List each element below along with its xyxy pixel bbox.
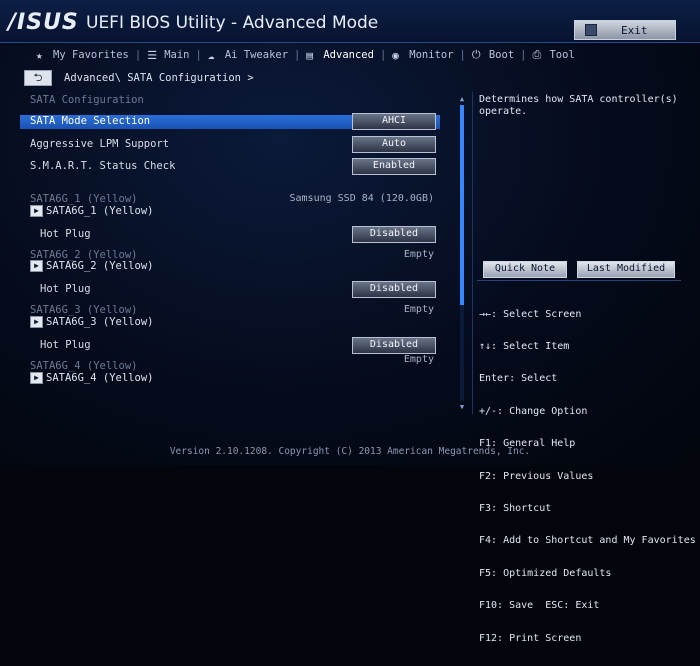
tab-label: Ai Tweaker [224, 49, 289, 61]
port-heading-label: SATA6G_4 (Yellow) [30, 360, 138, 372]
setting-label: Hot Plug [40, 228, 91, 240]
tab-ai-tweaker[interactable]: ☁ Ai Tweaker [202, 44, 294, 66]
key-help-line: Enter: Select [479, 373, 558, 385]
breadcrumb-path: Advanced\ SATA Configuration > [64, 72, 254, 84]
tab-boot[interactable]: ⏻ Boot [466, 44, 520, 66]
monitor-icon: ◉ [392, 48, 399, 62]
submenu-link[interactable]: ▶ SATA6G_3 (Yellow) [30, 316, 153, 328]
port-device: Empty [403, 249, 434, 260]
breadcrumb: ⮌ Advanced\ SATA Configuration > [24, 70, 254, 86]
tab-bar: ★ My Favorites | ☰ Main | ☁ Ai Tweaker |… [0, 44, 700, 66]
submenu-link[interactable]: ▶ SATA6G_2 (Yellow) [30, 260, 153, 272]
asus-logo: /ISUS [8, 10, 79, 35]
setting-label: S.M.A.R.T. Status Check [30, 160, 176, 172]
setting-label: Hot Plug [40, 283, 91, 295]
help-text: Determines how SATA controller(s) operat… [479, 94, 678, 117]
help-panel: Determines how SATA controller(s) operat… [472, 92, 696, 643]
smart-check-dropdown[interactable]: Enabled [352, 158, 436, 175]
key-help-line: +/-: Change Option [479, 405, 588, 417]
settings-panel: SATA Configuration SATA Mode Selection A… [20, 92, 450, 412]
port-heading-label: SATA6G_3 (Yellow) [30, 304, 138, 316]
scroll-up-icon[interactable]: ▲ [458, 95, 466, 103]
star-icon: ★ [36, 48, 43, 62]
key-help-line: F2: Previous Values [479, 470, 594, 482]
port-device: Samsung SSD 84 (120.0GB) [289, 193, 435, 204]
submenu-label: SATA6G_1 (Yellow) [46, 205, 154, 217]
port-device: Empty [403, 304, 434, 315]
hotplug-dropdown[interactable]: Disabled [352, 281, 436, 298]
section-title-label: SATA Configuration [30, 94, 144, 106]
setting-sata-mode[interactable]: SATA Mode Selection AHCI [20, 113, 440, 130]
key-help-line: F3: Shortcut [479, 502, 552, 514]
submenu-label: SATA6G_4 (Yellow) [46, 372, 154, 384]
key-help-line: F4: Add to Shortcut and My Favorites [479, 535, 696, 547]
submenu-label: SATA6G_3 (Yellow) [46, 316, 154, 328]
scroll-thumb[interactable] [460, 105, 464, 305]
tab-tool[interactable]: ⎙ Tool [526, 44, 580, 66]
key-help: →←: Select Screen ↑↓: Select Item Enter:… [479, 288, 696, 666]
version-footer: Version 2.10.1208. Copyright (C) 2013 Am… [169, 446, 531, 457]
settings-scrollbar[interactable]: ▲ ▼ [458, 95, 466, 411]
scroll-down-icon[interactable]: ▼ [458, 403, 466, 411]
setting-label: Hot Plug [40, 339, 91, 351]
exit-icon [585, 24, 597, 36]
aggressive-lpm-dropdown[interactable]: Auto [352, 136, 436, 153]
expand-arrow-icon: ▶ [30, 316, 43, 328]
exit-label: Exit [621, 23, 648, 37]
exit-button[interactable]: Exit [574, 20, 676, 40]
key-help-line: F10: Save ESC: Exit [479, 600, 600, 612]
divider [477, 280, 681, 281]
hotplug-dropdown[interactable]: Disabled [352, 226, 436, 243]
sata-mode-dropdown[interactable]: AHCI [352, 113, 436, 130]
submenu-label: SATA6G_2 (Yellow) [46, 260, 154, 272]
tab-monitor[interactable]: ◉ Monitor [386, 44, 459, 66]
submenu-link[interactable]: ▶ SATA6G_1 (Yellow) [30, 205, 153, 217]
key-help-line: F5: Optimized Defaults [479, 567, 612, 579]
tab-label: Boot [488, 49, 515, 61]
quick-note-button[interactable]: Quick Note [483, 261, 567, 278]
submenu-link[interactable]: ▶ SATA6G_4 (Yellow) [30, 372, 153, 384]
back-button[interactable]: ⮌ [24, 70, 52, 86]
advanced-icon: ▤ [306, 48, 313, 62]
expand-arrow-icon: ▶ [30, 372, 43, 384]
power-icon: ⏻ [471, 48, 481, 61]
title-bar: /ISUS UEFI BIOS Utility - Advanced Mode … [0, 0, 700, 43]
port-device: Empty [403, 354, 434, 365]
last-modified-button[interactable]: Last Modified [577, 261, 675, 278]
bios-screen: /ISUS UEFI BIOS Utility - Advanced Mode … [0, 0, 700, 643]
key-help-line: ↑↓: Select Item [479, 340, 570, 352]
tab-advanced[interactable]: ▤ Advanced [300, 44, 380, 66]
tab-label: Advanced [323, 49, 374, 61]
expand-arrow-icon: ▶ [30, 205, 43, 217]
tab-main[interactable]: ☰ Main [141, 44, 195, 66]
printer-icon: ⎙ [532, 48, 542, 61]
port-heading-label: SATA6G_1 (Yellow) [30, 193, 138, 205]
setting-label: Aggressive LPM Support [30, 138, 170, 150]
hotplug-dropdown[interactable]: Disabled [352, 337, 436, 354]
setting-label: SATA Mode Selection [30, 115, 151, 127]
app-title: UEFI BIOS Utility - Advanced Mode [86, 13, 379, 33]
list-icon: ☰ [147, 48, 158, 62]
tab-label: Monitor [409, 49, 454, 61]
tweaker-icon: ☁ [207, 48, 215, 62]
expand-arrow-icon: ▶ [30, 260, 43, 272]
key-help-line: F12: Print Screen [479, 632, 582, 644]
tab-my-favorites[interactable]: ★ My Favorites [30, 44, 135, 66]
tab-label: My Favorites [53, 49, 129, 61]
tab-label: Main [164, 49, 190, 61]
tab-label: Tool [549, 49, 575, 61]
key-help-line: →←: Select Screen [479, 308, 582, 320]
